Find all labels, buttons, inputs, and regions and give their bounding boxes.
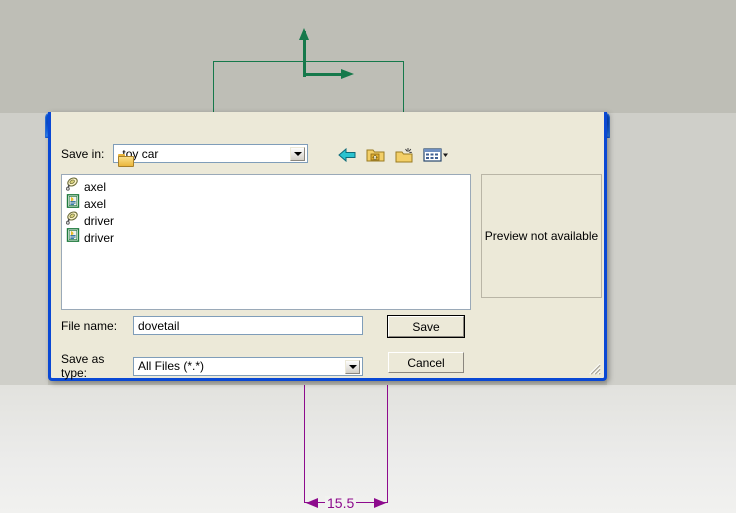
- list-item[interactable]: axel: [62, 194, 470, 212]
- cad-extension-line-right: [387, 385, 388, 503]
- views-icon[interactable]: [423, 145, 449, 165]
- file-list[interactable]: axel axel driver driver: [61, 174, 471, 310]
- preview-message: Preview not available: [484, 229, 599, 243]
- save-in-label: Save in:: [61, 146, 105, 161]
- cancel-button[interactable]: Cancel: [388, 352, 464, 373]
- cad-dimension-arrow-right-icon: [374, 498, 386, 508]
- save-in-combobox[interactable]: toy car: [113, 144, 309, 167]
- resize-grip[interactable]: [587, 361, 601, 375]
- save-as-type-row: Save as type: All Files (*.*): [61, 352, 363, 380]
- cad-axis-horizontal: [303, 73, 345, 76]
- screen: 15.5 Save Design As ? ✕ Save in: toy car: [0, 0, 736, 513]
- preview-pane: Preview not available: [481, 174, 602, 298]
- file-name-input[interactable]: dovetail: [133, 316, 363, 335]
- cad-canvas-bottom: [0, 385, 736, 513]
- save-design-as-dialog: Save in: toy car axel axel driver driver…: [48, 112, 607, 381]
- save-as-type-dropdown-arrow-icon[interactable]: [345, 359, 360, 374]
- file-name-label: axel: [84, 196, 107, 211]
- up-one-level-icon[interactable]: [365, 145, 386, 165]
- cad-part-outline: [213, 61, 404, 116]
- document-icon: [66, 228, 81, 247]
- cad-extension-line-left: [304, 385, 305, 503]
- save-in-dropdown-arrow-icon[interactable]: [290, 147, 306, 161]
- list-item[interactable]: axel: [62, 177, 470, 195]
- file-name-row: File name: dovetail: [61, 316, 363, 335]
- list-item[interactable]: driver: [62, 211, 470, 229]
- cad-dimension-value: 15.5: [325, 495, 357, 511]
- new-folder-icon[interactable]: [394, 145, 415, 165]
- save-button[interactable]: Save: [387, 315, 465, 338]
- file-name-value: dovetail: [138, 318, 180, 333]
- dialog-toolbar: [336, 145, 449, 165]
- cad-canvas-right: [607, 113, 736, 385]
- cad-canvas-left: [0, 113, 48, 385]
- cad-axis-y-arrow-icon: [299, 28, 309, 40]
- file-name-label: driver: [84, 213, 115, 228]
- save-as-type-combobox[interactable]: All Files (*.*): [133, 356, 363, 376]
- save-as-type-value: All Files (*.*): [138, 359, 205, 373]
- list-item[interactable]: driver: [62, 228, 470, 247]
- save-in-row: Save in: toy car: [61, 144, 309, 167]
- file-name-label: driver: [84, 230, 115, 245]
- back-icon[interactable]: [336, 145, 357, 165]
- cad-axis-x-arrow-icon: [341, 69, 354, 79]
- file-name-label: axel: [84, 179, 107, 194]
- save-as-type-label: Save as type:: [61, 352, 105, 380]
- cad-dimension-arrow-left-icon: [306, 498, 318, 508]
- file-name-label-text: File name:: [61, 318, 118, 333]
